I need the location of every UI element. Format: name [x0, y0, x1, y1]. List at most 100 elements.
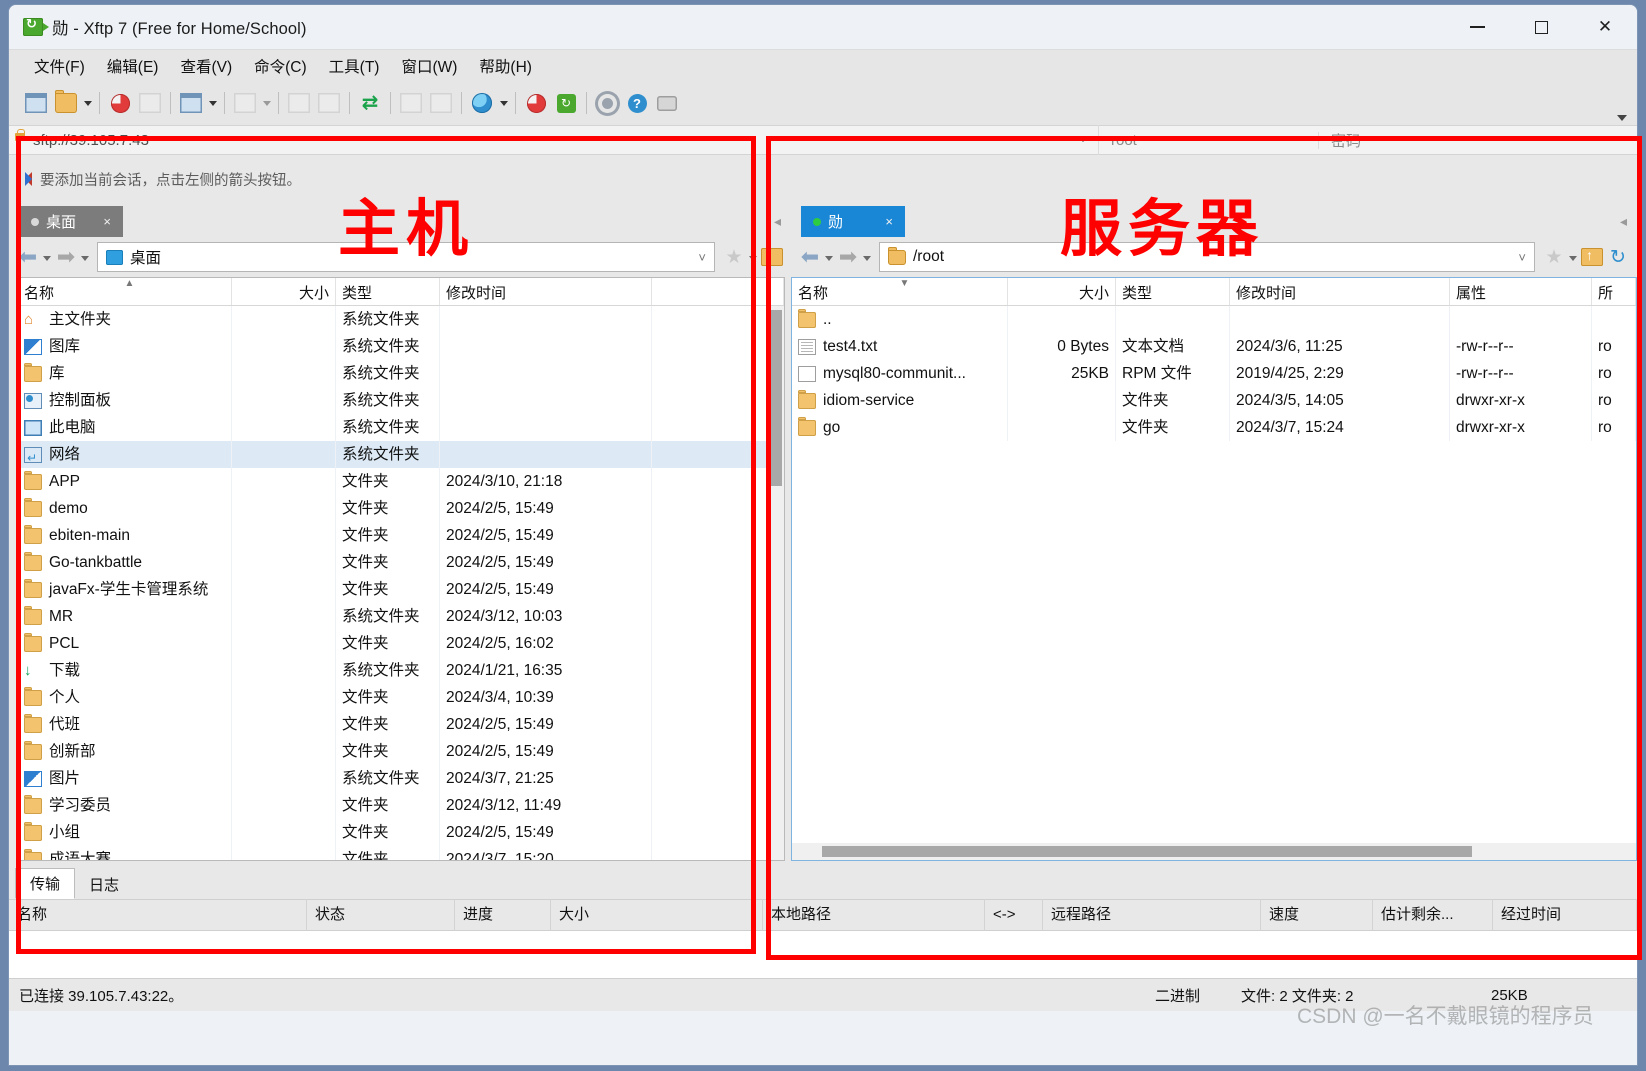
- tab-log[interactable]: 日志: [75, 870, 133, 899]
- local-bookmark-dropdown-icon[interactable]: [747, 248, 759, 266]
- local-path-input[interactable]: 桌面 ˅: [97, 242, 715, 272]
- menu-tools[interactable]: 工具(T): [318, 52, 391, 80]
- menu-help[interactable]: 帮助(H): [468, 52, 543, 80]
- local-file-row[interactable]: ⌂ 主文件夹 系统文件夹: [18, 306, 784, 333]
- local-file-row[interactable]: 此电脑 系统文件夹: [18, 414, 784, 441]
- transfer-col-eta[interactable]: 估计剩余...: [1373, 899, 1493, 931]
- username-field[interactable]: root: [1099, 131, 1319, 149]
- menu-view[interactable]: 查看(V): [169, 52, 243, 80]
- remote-up-button[interactable]: [1579, 244, 1605, 270]
- remote-col-owner[interactable]: 所: [1592, 278, 1636, 305]
- remote-file-table[interactable]: 名称 ▼ 大小 类型 修改时间 属性 所 .. test4.txt 0 Bytes 文…: [791, 277, 1637, 861]
- run-dropdown[interactable]: [260, 88, 273, 118]
- transfer-col-size[interactable]: 大小: [551, 899, 763, 931]
- remote-refresh-button[interactable]: ↻: [1605, 244, 1631, 270]
- remote-hscroll-thumb[interactable]: [822, 846, 1472, 857]
- run-button[interactable]: [230, 88, 260, 118]
- local-file-row[interactable]: PCL 文件夹 2024/2/5, 16:02: [18, 630, 784, 657]
- local-scroll-thumb[interactable]: [771, 310, 782, 486]
- transfer-col-name[interactable]: 名称: [9, 899, 307, 931]
- remote-forward-button[interactable]: ➡: [835, 244, 861, 270]
- local-vertical-scrollbar[interactable]: [769, 306, 784, 860]
- local-file-row[interactable]: 图库 系统文件夹: [18, 333, 784, 360]
- local-bookmark-button[interactable]: ★: [721, 244, 747, 270]
- menu-file[interactable]: 文件(F): [23, 52, 96, 80]
- local-file-table[interactable]: 名称 ▲ 大小 类型 修改时间 ⌂ 主文件夹 系统文件夹 图库 系统文件夹库系统文件夹控…: [17, 277, 785, 861]
- remote-tab-session[interactable]: 勋 ×: [801, 206, 905, 237]
- remote-back-dropdown-icon[interactable]: [823, 248, 835, 266]
- session-properties-dropdown[interactable]: [206, 88, 219, 118]
- password-field[interactable]: 密码: [1319, 130, 1637, 151]
- transfer-col-progress[interactable]: 进度: [455, 899, 551, 931]
- options-button[interactable]: [592, 88, 622, 118]
- local-file-row[interactable]: MR 系统文件夹 2024/3/12, 10:03: [18, 603, 784, 630]
- minimize-button[interactable]: [1445, 5, 1509, 49]
- local-tab-desktop[interactable]: 桌面 ×: [19, 206, 123, 237]
- remote-path-chevron-down-icon[interactable]: ˅: [1518, 250, 1526, 265]
- open-folder-button[interactable]: [51, 88, 81, 118]
- transfer-col-direction[interactable]: <->: [985, 899, 1043, 931]
- remote-col-name[interactable]: 名称 ▼: [792, 278, 1008, 305]
- open-folder-dropdown[interactable]: [81, 88, 94, 118]
- local-file-row[interactable]: ebiten-main 文件夹 2024/2/5, 15:49: [18, 522, 784, 549]
- transfer-col-remote-path[interactable]: 远程路径: [1043, 899, 1261, 931]
- menu-window[interactable]: 窗口(W): [390, 52, 468, 80]
- local-file-row[interactable]: javaFx-学生卡管理系统 文件夹 2024/2/5, 15:49: [18, 576, 784, 603]
- copy-button[interactable]: [396, 88, 426, 118]
- remote-col-size[interactable]: 大小: [1008, 278, 1116, 305]
- local-file-row[interactable]: 成语大赛 文件夹 2024/3/7, 15:20: [18, 846, 784, 860]
- local-forward-dropdown-icon[interactable]: [79, 248, 91, 266]
- transfer-col-local-path[interactable]: 本地路径: [763, 899, 985, 931]
- browser-button[interactable]: [467, 88, 497, 118]
- local-file-row[interactable]: 小组 文件夹 2024/2/5, 15:49: [18, 819, 784, 846]
- close-button[interactable]: ✕: [1573, 5, 1637, 49]
- local-file-row[interactable]: 学习委员 文件夹 2024/3/12, 11:49: [18, 792, 784, 819]
- remote-tab-close-icon[interactable]: ×: [869, 214, 893, 229]
- toolbar-overflow-chevron-down-icon[interactable]: [1617, 115, 1627, 121]
- local-file-row[interactable]: APP 文件夹 2024/3/10, 21:18: [18, 468, 784, 495]
- remote-path-input[interactable]: /root ˅: [879, 242, 1535, 272]
- download-button[interactable]: [284, 88, 314, 118]
- remote-tabstrip-chevron-left-icon[interactable]: ◂: [1620, 213, 1627, 230]
- local-col-size[interactable]: 大小: [232, 278, 336, 305]
- local-path-chevron-down-icon[interactable]: ˅: [698, 250, 706, 265]
- local-col-name[interactable]: 名称 ▲: [18, 278, 232, 305]
- local-file-row[interactable]: 个人 文件夹 2024/3/4, 10:39: [18, 684, 784, 711]
- browser-dropdown[interactable]: [497, 88, 510, 118]
- local-file-row[interactable]: 创新部 文件夹 2024/2/5, 15:49: [18, 738, 784, 765]
- address-chevron-down-icon[interactable]: [1078, 136, 1088, 142]
- transfer-col-elapsed[interactable]: 经过时间: [1493, 899, 1637, 931]
- remote-bookmark-button[interactable]: ★: [1541, 244, 1567, 270]
- local-file-row[interactable]: 代班 文件夹 2024/2/5, 15:49: [18, 711, 784, 738]
- local-file-row[interactable]: ↓ 下载 系统文件夹 2024/1/21, 16:35: [18, 657, 784, 684]
- tab-transfer[interactable]: 传输: [15, 868, 76, 899]
- local-tabstrip-chevron-left-icon[interactable]: ◂: [774, 213, 781, 230]
- xftp-button[interactable]: ↻: [551, 88, 581, 118]
- remote-file-row[interactable]: idiom-service 文件夹 2024/3/5, 14:05 drwxr-xr-…: [792, 387, 1636, 414]
- remote-back-button[interactable]: ⬅: [797, 244, 823, 270]
- menu-edit[interactable]: 编辑(E): [96, 52, 170, 80]
- remote-file-row[interactable]: go 文件夹 2024/3/7, 15:24 drwxr-xr-x ro: [792, 414, 1636, 441]
- local-file-row[interactable]: 图片 系统文件夹 2024/3/7, 21:25: [18, 765, 784, 792]
- local-file-row[interactable]: demo 文件夹 2024/2/5, 15:49: [18, 495, 784, 522]
- local-file-row[interactable]: Go-tankbattle 文件夹 2024/2/5, 15:49: [18, 549, 784, 576]
- transfer-col-speed[interactable]: 速度: [1261, 899, 1373, 931]
- upload-button[interactable]: [314, 88, 344, 118]
- local-file-row[interactable]: 控制面板 系统文件夹: [18, 387, 784, 414]
- remote-forward-dropdown-icon[interactable]: [861, 248, 873, 266]
- menu-command[interactable]: 命令(C): [243, 52, 318, 80]
- address-url-field[interactable]: sftp://39.105.7.43: [9, 125, 1099, 155]
- remote-horizontal-scrollbar[interactable]: [792, 843, 1636, 860]
- remote-col-modified[interactable]: 修改时间: [1230, 278, 1450, 305]
- disconnect-button[interactable]: [105, 88, 135, 118]
- help-button[interactable]: ?: [622, 88, 652, 118]
- paste-button[interactable]: [426, 88, 456, 118]
- local-file-row[interactable]: 网络 系统文件夹: [18, 441, 784, 468]
- local-tab-close-icon[interactable]: ×: [87, 214, 111, 229]
- new-session-button[interactable]: [21, 88, 51, 118]
- remote-file-row[interactable]: ..: [792, 306, 1636, 333]
- local-up-button[interactable]: [759, 244, 785, 270]
- local-file-row[interactable]: 库 系统文件夹: [18, 360, 784, 387]
- local-col-modified[interactable]: 修改时间: [440, 278, 652, 305]
- remote-col-attrs[interactable]: 属性: [1450, 278, 1592, 305]
